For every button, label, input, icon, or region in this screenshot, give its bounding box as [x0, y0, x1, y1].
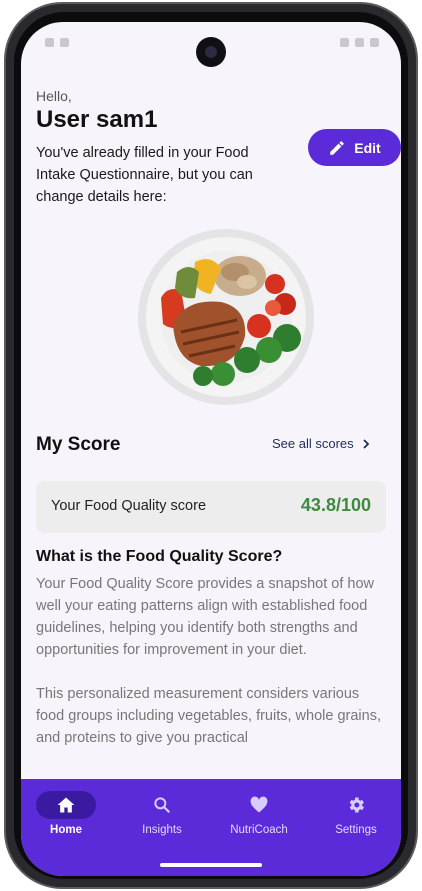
status-bar: [21, 22, 401, 70]
clock-glyph: [45, 38, 54, 47]
nav-insights-pill: [132, 791, 192, 819]
fqs-paragraph-1: Your Food Quality Score provides a snaps…: [36, 576, 374, 658]
nav-item-settings[interactable]: Settings: [311, 791, 401, 847]
nav-label-nutricoach: NutriCoach: [230, 824, 288, 836]
app-screen: Hello, User sam1 You've already filled i…: [21, 22, 401, 876]
nav-settings-pill: [326, 791, 386, 819]
fqs-description: Your Food Quality Score provides a snaps…: [36, 573, 386, 749]
notification-glyph: [60, 38, 69, 47]
greeting-text: Hello,: [36, 88, 72, 104]
user-name: User sam1: [36, 106, 158, 133]
my-score-title: My Score: [36, 434, 121, 455]
gear-icon: [349, 797, 364, 813]
status-icons-right: [340, 38, 379, 47]
see-all-scores-label: See all scores: [272, 436, 354, 451]
battery-icon: [370, 38, 379, 47]
fqs-heading: What is the Food Quality Score?: [36, 548, 283, 565]
nav-label-insights: Insights: [142, 824, 182, 836]
search-icon: [154, 797, 170, 813]
nav-item-nutricoach[interactable]: NutriCoach: [214, 791, 304, 847]
status-icons-left: [45, 38, 69, 47]
heart-icon: [250, 796, 268, 813]
gesture-home-indicator[interactable]: [160, 863, 262, 867]
score-value: 43.8/100: [300, 495, 371, 515]
nav-item-insights[interactable]: Insights: [117, 791, 207, 847]
pencil-icon: [330, 140, 345, 155]
nav-item-home[interactable]: Home: [21, 791, 111, 847]
nav-label-home: Home: [50, 824, 82, 836]
front-camera: [196, 37, 226, 67]
nav-label-settings: Settings: [335, 824, 377, 836]
signal-icon: [355, 38, 364, 47]
chevron-right-icon: [363, 438, 369, 449]
edit-button[interactable]: Edit: [308, 129, 401, 166]
bottom-navigation: Home Insights NutriCoach Settings: [21, 779, 401, 876]
wifi-icon: [340, 38, 349, 47]
edit-button-label: Edit: [354, 139, 381, 156]
nav-nutricoach-pill: [229, 791, 289, 819]
see-all-scores-link[interactable]: See all scores: [272, 436, 372, 451]
food-quality-score-card[interactable]: Your Food Quality score 43.8/100: [36, 481, 386, 533]
intro-text: You've already filled in your Food Intak…: [36, 145, 253, 205]
fqs-paragraph-2: This personalized measurement considers …: [36, 686, 381, 746]
nav-home-pill: [36, 791, 96, 819]
score-label: Your Food Quality score: [51, 498, 207, 514]
home-icon: [57, 797, 75, 813]
food-plate-image: [138, 229, 314, 405]
